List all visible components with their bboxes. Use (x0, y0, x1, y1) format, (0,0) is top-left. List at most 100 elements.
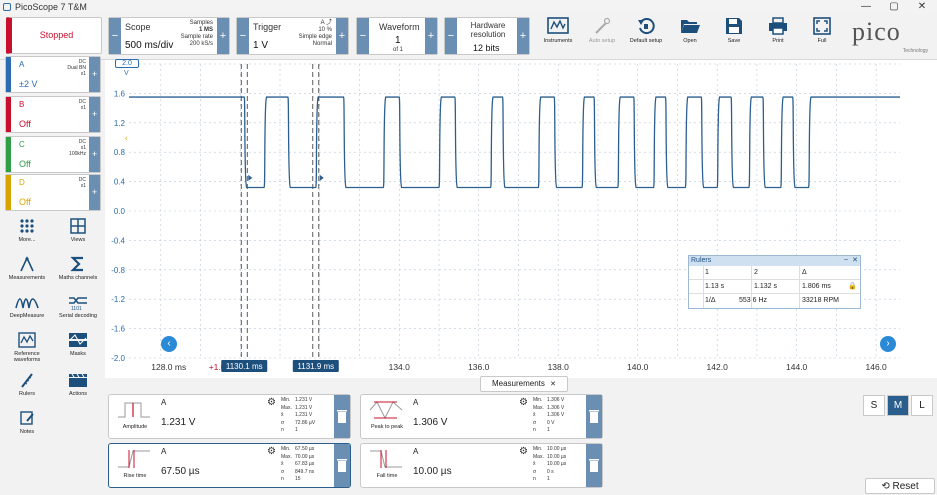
size-medium-button[interactable]: M (887, 395, 909, 416)
channel-a-plus-button[interactable]: + (89, 57, 100, 92)
channel-c-control[interactable]: C Off DC x1 100kHz + (5, 136, 101, 173)
trash-icon (337, 410, 347, 423)
channel-a-control[interactable]: A ±2 V DC Dual BN x1 + (5, 56, 101, 93)
stat-label-avg: x̄ (533, 412, 536, 418)
rulers-panel-close-icon[interactable]: ✕ (852, 256, 858, 264)
deepmeasure-button[interactable]: DeepMeasure (4, 294, 50, 319)
maximize-button[interactable]: ▢ (884, 0, 904, 14)
delete-measurement-button[interactable] (586, 395, 602, 438)
y-tick-label: -0.8 (111, 266, 125, 275)
stat-label-sd: σ (533, 468, 537, 475)
stat-sd: 72.86 µV (295, 419, 316, 426)
stat-max: 1.306 V (547, 404, 565, 411)
scope-increase-button[interactable]: + (217, 18, 229, 54)
run-stop-button[interactable]: Stopped (6, 17, 102, 54)
gear-icon[interactable]: ⚙ (519, 446, 528, 457)
scope-control[interactable]: − Scope 500 ms/div Samples 1 MS Sample r… (108, 17, 230, 55)
channel-d-info: DC x1 (79, 177, 86, 189)
sample-rate-value: 200 kS/s (189, 41, 213, 47)
measurement-card-peak-to-peak[interactable]: A 1.306 V Peak to peak ⚙ Min. 1.306 V Max… (360, 394, 603, 439)
size-large-button[interactable]: L (911, 395, 933, 416)
more-button[interactable]: More... (4, 218, 50, 243)
stat-min: 1.231 V (295, 397, 313, 403)
trigger-info: A ⤴ 10 % Simple edge Normal (298, 20, 332, 47)
instruments-label: Instruments (543, 38, 573, 44)
trigger-level-marker: ‹ (125, 134, 128, 143)
trigger-increase-button[interactable]: + (336, 18, 348, 54)
channel-d-control[interactable]: D Off DC x1 + (5, 174, 101, 211)
waveform-control[interactable]: − Waveform 1 of 1 + (356, 17, 438, 55)
measurements-button[interactable]: Measurements (4, 256, 50, 281)
measurement-channel: A (161, 447, 167, 456)
rulers-panel-minimize-icon[interactable]: – (844, 256, 848, 263)
lock-icon[interactable]: 🔒 (848, 282, 857, 290)
reset-button[interactable]: ⟲ Reset (865, 478, 935, 494)
waveform-prev-button[interactable]: − (357, 18, 369, 54)
full-screen-button[interactable]: Full (796, 16, 848, 54)
waveform-next-button[interactable]: + (425, 18, 437, 54)
resolution-control[interactable]: − Hardware resolution 12 bits + (444, 17, 530, 55)
rulers-button[interactable]: Rulers (4, 372, 50, 397)
y-axis-max-box[interactable]: 2.0 (115, 59, 139, 68)
x-tick-label: 134.0 (389, 362, 411, 372)
serial-decoding-button[interactable]: 1101 Serial decoding (55, 294, 101, 319)
wand-icon (595, 17, 611, 34)
trigger-label: Trigger (253, 22, 282, 32)
ruler-2-time: 1.132 s (754, 283, 777, 290)
peak-to-peak-icon (369, 401, 403, 420)
trash-icon (589, 459, 599, 472)
rulers-table: 1 2 Δ 1.13 s 1.132 s 1.806 ms 🔒 1/Δ 553.… (689, 266, 860, 309)
trigger-control[interactable]: − Trigger 1 V A ⤴ 10 % Simple edge Norma… (236, 17, 349, 55)
reset-icon (638, 18, 655, 35)
gear-icon[interactable]: ⚙ (519, 397, 528, 408)
ruler-inverse-label: 1/Δ (705, 297, 716, 304)
channel-b-plus-button[interactable]: + (89, 97, 100, 132)
scope-decrease-button[interactable]: − (109, 18, 121, 54)
waveform-index: 1 (395, 35, 401, 46)
reference-waveforms-button[interactable]: Reference waveforms (4, 332, 50, 363)
notes-button[interactable]: Notes (4, 410, 50, 435)
trigger-decrease-button[interactable]: − (237, 18, 249, 54)
channel-c-plus-button[interactable]: + (89, 137, 100, 172)
delete-measurement-button[interactable] (334, 444, 350, 487)
measurement-card-amplitude[interactable]: A 1.231 V Amplitude ⚙ Min. 1.231 V Max. 1.… (108, 394, 351, 439)
rulers-col-divider-2 (751, 266, 752, 308)
size-small-button[interactable]: S (863, 395, 885, 416)
channel-d-plus-button[interactable]: + (89, 175, 100, 210)
stat-avg: 67.83 µs (295, 461, 315, 467)
ruler-label: 1130.1 ms (226, 362, 263, 371)
masks-button[interactable]: Masks (55, 332, 101, 357)
delete-measurement-button[interactable] (586, 444, 602, 487)
scope-plot[interactable]: 1.6 1.2 0.8 0.4 0.0 -0.4 -0.8 -1.2 -1.6 -2.0 ‹ 128… (105, 60, 937, 378)
measurements-tab-close-icon[interactable]: ✕ (550, 381, 556, 388)
stat-sd: 849.7 ns (295, 468, 315, 475)
stat-label-avg: x̄ (281, 461, 284, 467)
x-tick-label: 136.0 (468, 362, 490, 372)
views-button[interactable]: Views (55, 218, 101, 243)
delete-measurement-button[interactable] (334, 395, 350, 438)
stat-label-max: Max. (533, 404, 544, 411)
close-button[interactable]: ✕ (912, 0, 932, 14)
channel-b-control[interactable]: B Off DC x1 + (5, 96, 101, 133)
resolution-decrease-button[interactable]: − (445, 18, 457, 54)
maths-channels-button[interactable]: Maths channels (55, 256, 101, 281)
measurement-card-fall-time[interactable]: A 10.00 µs Fall time ⚙ Min. 10.00 µs Max.… (360, 443, 603, 488)
y-tick-label: -0.4 (111, 236, 125, 245)
resolution-increase-button[interactable]: + (517, 18, 529, 54)
measurement-card-rise-time[interactable]: A 67.50 µs Rise time ⚙ Min. 67.50 µs Max.… (108, 443, 351, 488)
resolution-label: Hardware resolution (470, 21, 506, 39)
gear-icon[interactable]: ⚙ (267, 446, 276, 457)
y-axis-labels: 1.6 1.2 0.8 0.4 0.0 -0.4 -0.8 -1.2 -1.6 -2.0 ‹ (111, 89, 128, 363)
minimize-button[interactable]: — (856, 0, 876, 14)
rulers-panel[interactable]: Rulers – ✕ 1 2 Δ 1.13 s 1.132 s 1.806 ms… (688, 255, 861, 309)
scroll-right-button[interactable]: › (880, 336, 896, 352)
y-tick-label: -2.0 (111, 354, 125, 363)
measurement-value: 10.00 µs (413, 466, 452, 477)
scope-view[interactable]: 1.6 1.2 0.8 0.4 0.0 -0.4 -0.8 -1.2 -1.6 -2.0 ‹ 128… (105, 59, 937, 378)
timebase-value: 500 ms/div (125, 40, 174, 51)
scroll-left-button[interactable]: ‹ (161, 336, 177, 352)
actions-button[interactable]: Actions (55, 372, 101, 397)
gear-icon[interactable]: ⚙ (267, 397, 276, 408)
rulers-col-2-header: 2 (754, 269, 758, 276)
measurements-tab[interactable]: Measurements ✕ (480, 376, 568, 392)
